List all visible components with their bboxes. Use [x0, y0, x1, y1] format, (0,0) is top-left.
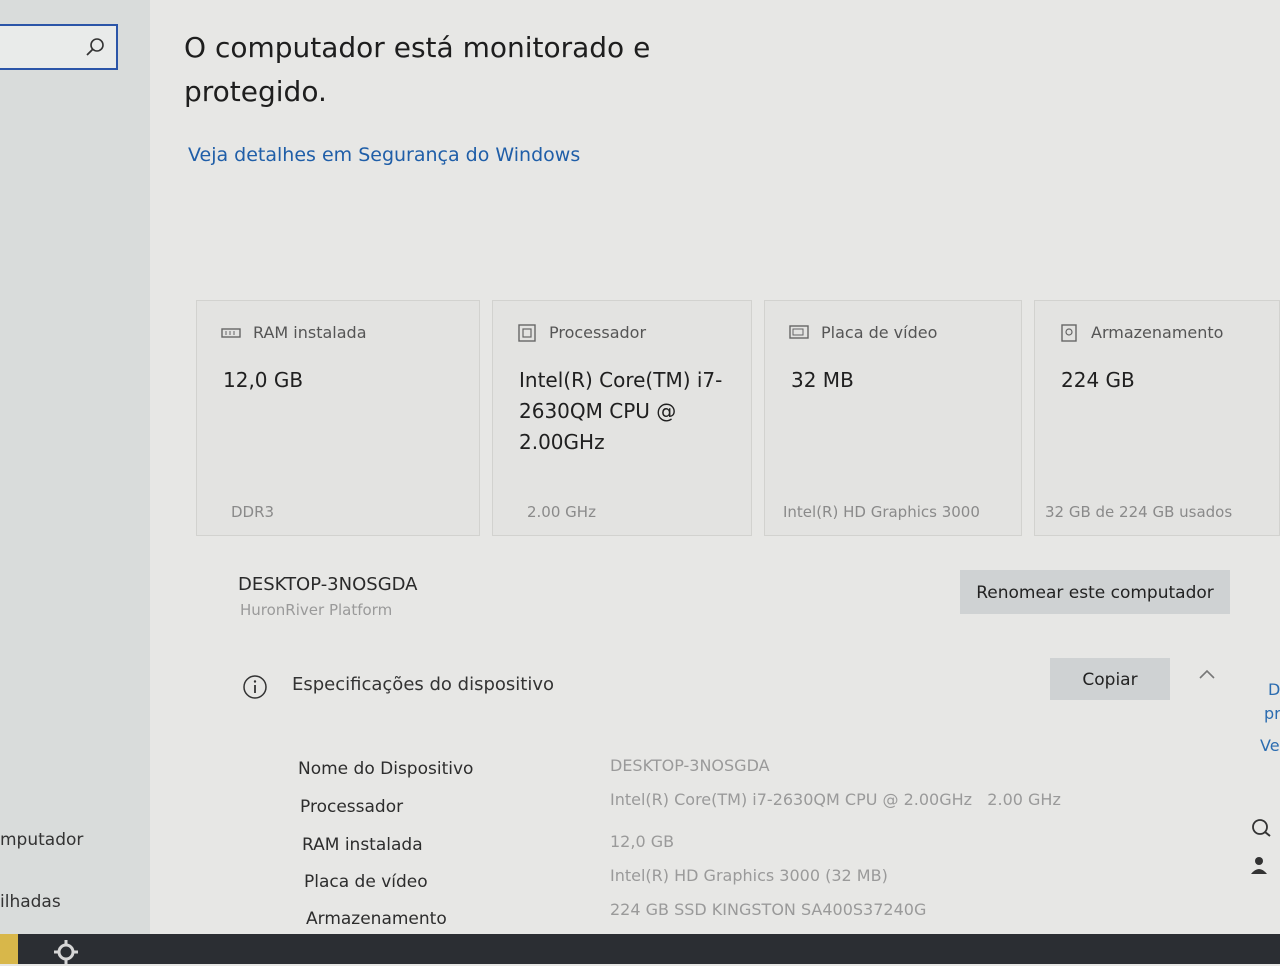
- gear-icon[interactable]: [52, 938, 80, 966]
- windows-security-link[interactable]: Veja detalhes em Segurança do Windows: [188, 144, 580, 166]
- processor-card-footer: 2.00 GHz: [527, 503, 596, 521]
- related-link-fragment[interactable]: Ve: [1260, 736, 1280, 755]
- device-platform: HuronRiver Platform: [240, 601, 393, 619]
- spec-label-device-name: Nome do Dispositivo: [298, 759, 474, 779]
- spec-value-ram: 12,0 GB: [610, 832, 675, 851]
- spec-label-ram: RAM instalada: [302, 835, 423, 855]
- related-link-fragment[interactable]: D: [1268, 680, 1280, 699]
- sidebar: mputador ilhadas: [0, 0, 150, 934]
- spec-value-graphics: Intel(R) HD Graphics 3000 (32 MB): [610, 866, 888, 885]
- storage-card-value: 224 GB: [1061, 368, 1135, 392]
- device-specs-title: Especificações do dispositivo: [292, 674, 555, 695]
- spec-label-storage: Armazenamento: [306, 909, 447, 929]
- display-icon: [789, 324, 809, 339]
- info-icon: [243, 675, 267, 699]
- feedback-icon[interactable]: [1248, 854, 1270, 876]
- spec-value-device-name: DESKTOP-3NOSGDA: [610, 756, 770, 775]
- storage-icon: [1061, 323, 1077, 342]
- ram-icon: [221, 327, 241, 338]
- search-icon: [86, 38, 104, 56]
- chevron-up-icon[interactable]: [1198, 668, 1216, 680]
- graphics-card: Placa de vídeo 32 MB Intel(R) HD Graphic…: [764, 300, 1022, 536]
- help-icon[interactable]: [1250, 818, 1272, 838]
- spec-value-storage: 224 GB SSD KINGSTON SA400S37240G: [610, 900, 927, 919]
- storage-card: Armazenamento 224 GB 32 GB de 224 GB usa…: [1034, 300, 1280, 536]
- taskbar: [0, 934, 1280, 964]
- copy-button[interactable]: Copiar: [1050, 658, 1170, 700]
- related-link-fragment[interactable]: pr: [1264, 704, 1280, 723]
- processor-icon: [518, 323, 536, 342]
- sidebar-item-shared[interactable]: ilhadas: [0, 892, 61, 912]
- processor-card-title: Processador: [549, 323, 647, 342]
- storage-card-title: Armazenamento: [1091, 323, 1224, 342]
- ram-card-value: 12,0 GB: [223, 368, 304, 392]
- graphics-card-title: Placa de vídeo: [821, 323, 938, 342]
- search-input[interactable]: [0, 24, 118, 70]
- spec-value-processor: Intel(R) Core(TM) i7-2630QM CPU @ 2.00GH…: [610, 790, 1061, 809]
- sidebar-item-computer[interactable]: mputador: [0, 830, 83, 850]
- spec-label-processor: Processador: [300, 797, 404, 817]
- taskbar-app-icon[interactable]: [0, 934, 18, 964]
- graphics-card-footer: Intel(R) HD Graphics 3000: [783, 503, 980, 521]
- processor-card-value: Intel(R) Core(TM) i7-2630QM CPU @ 2.00GH…: [519, 368, 723, 454]
- device-name: DESKTOP-3NOSGDA: [238, 574, 418, 595]
- ram-card-title: RAM instalada: [253, 323, 367, 342]
- spec-label-graphics: Placa de vídeo: [304, 872, 428, 892]
- ram-card-footer: DDR3: [231, 503, 275, 521]
- graphics-card-value: 32 MB: [791, 368, 854, 392]
- processor-card: Processador Intel(R) Core(TM) i7-2630QM …: [492, 300, 752, 536]
- page-title: O computador está monitorado e protegido…: [184, 31, 651, 108]
- ram-card: RAM instalada 12,0 GB DDR3: [196, 300, 480, 536]
- rename-computer-button[interactable]: Renomear este computador: [960, 570, 1230, 614]
- storage-card-footer: 32 GB de 224 GB usados: [1045, 503, 1233, 521]
- main-content: O computador está monitorado e protegido…: [150, 0, 1280, 934]
